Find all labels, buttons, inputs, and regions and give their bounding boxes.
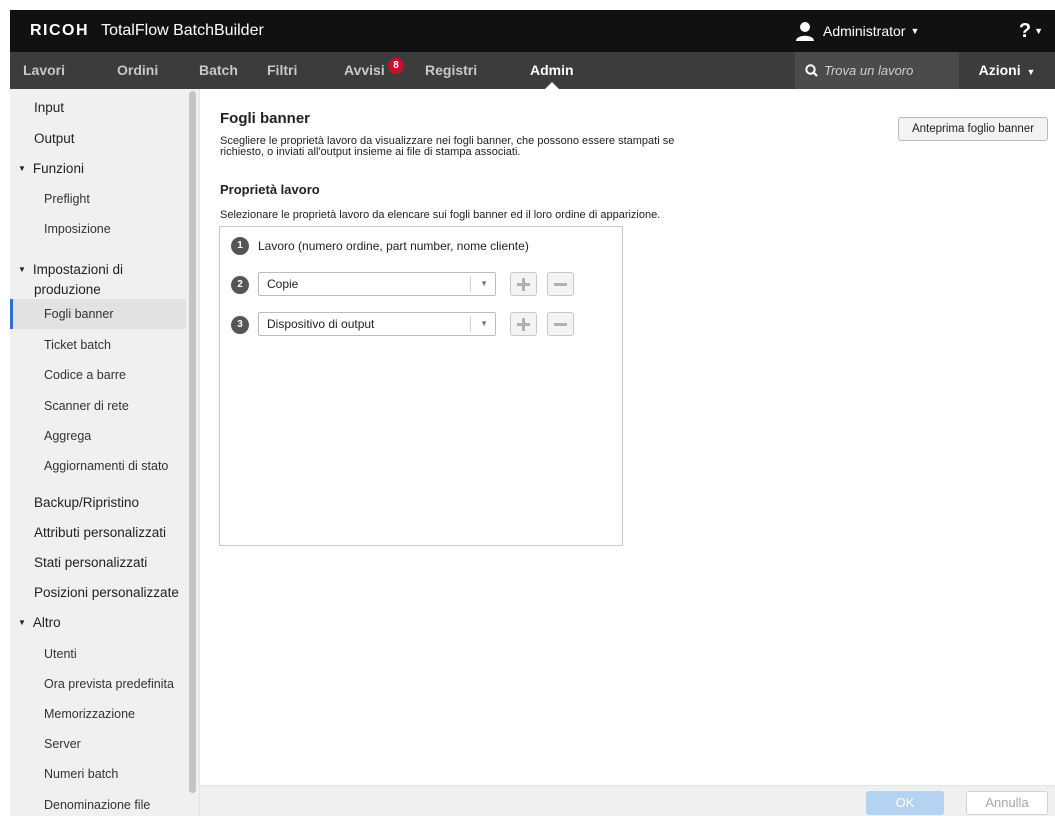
sidebar-item-impostazioni-produzione[interactable]: ▼ Impostazioni di produzione bbox=[18, 260, 184, 302]
chevron-down-icon: ▼ bbox=[1034, 26, 1043, 36]
sidebar-item-utenti[interactable]: Utenti bbox=[44, 647, 184, 669]
plus-icon bbox=[517, 278, 530, 291]
sidebar-item-altro[interactable]: ▼ Altro bbox=[18, 615, 184, 637]
page-description: Scegliere le proprietà lavoro da visuali… bbox=[220, 136, 720, 158]
help-menu[interactable]: ? ▼ bbox=[1019, 10, 1043, 52]
tab-registri[interactable]: Registri bbox=[425, 52, 477, 89]
tab-ordini[interactable]: Ordini bbox=[117, 52, 158, 89]
property-select-3[interactable]: Dispositivo di output ▼ bbox=[258, 312, 496, 336]
chevron-down-icon: ▼ bbox=[480, 279, 488, 288]
minus-icon bbox=[554, 323, 567, 326]
property-select-value: Copie bbox=[267, 277, 299, 291]
tab-admin[interactable]: Admin bbox=[530, 52, 574, 89]
search-icon bbox=[805, 64, 818, 77]
job-search-input[interactable]: Trova un lavoro bbox=[795, 52, 959, 89]
sidebar-item-fogli-banner[interactable]: Fogli banner bbox=[10, 299, 186, 329]
sidebar-item-output[interactable]: Output bbox=[34, 131, 184, 153]
section-description: Selezionare le proprietà lavoro da elenc… bbox=[220, 209, 661, 221]
remove-property-button[interactable] bbox=[547, 272, 574, 296]
add-property-button[interactable] bbox=[510, 272, 537, 296]
sidebar-item-label: Altro bbox=[32, 615, 61, 630]
tab-filtri[interactable]: Filtri bbox=[267, 52, 297, 89]
actions-menu-button[interactable]: Azioni ▼ bbox=[959, 52, 1055, 89]
chevron-down-icon: ▼ bbox=[910, 26, 920, 36]
cancel-button[interactable]: Annulla bbox=[966, 791, 1048, 815]
sidebar-scrollbar-thumb[interactable] bbox=[189, 91, 196, 793]
banner-preview-button[interactable]: Anteprima foglio banner bbox=[898, 117, 1048, 141]
expand-arrow-icon: ▼ bbox=[18, 618, 26, 627]
sidebar-item-label: Impostazioni di bbox=[32, 262, 123, 277]
job-properties-list: 1 Lavoro (numero ordine, part number, no… bbox=[219, 226, 623, 546]
page-title: Fogli banner bbox=[220, 110, 310, 127]
property-select-2[interactable]: Copie ▼ bbox=[258, 272, 496, 296]
sidebar-item-attributi-personalizzati[interactable]: Attributi personalizzati bbox=[34, 525, 184, 547]
plus-icon bbox=[517, 318, 530, 331]
tab-avvisi-label: Avvisi bbox=[344, 62, 385, 78]
sidebar-item-numeri-batch[interactable]: Numeri batch bbox=[44, 767, 184, 789]
user-name: Administrator bbox=[823, 23, 906, 39]
add-property-button[interactable] bbox=[510, 312, 537, 336]
user-menu[interactable]: Administrator ▼ bbox=[795, 10, 919, 52]
remove-property-button[interactable] bbox=[547, 312, 574, 336]
expand-arrow-icon: ▼ bbox=[18, 265, 26, 274]
sidebar-item-input[interactable]: Input bbox=[34, 100, 184, 122]
sidebar-item-memorizzazione[interactable]: Memorizzazione bbox=[44, 707, 184, 729]
action-footer: OK Annulla bbox=[200, 785, 1055, 816]
select-divider bbox=[470, 316, 471, 332]
main-navigation: Lavori Ordini Batch Filtri Avvisi 8 Regi… bbox=[10, 52, 1055, 89]
section-title: Proprietà lavoro bbox=[220, 182, 320, 197]
sidebar-item-ticket-batch[interactable]: Ticket batch bbox=[44, 338, 184, 360]
sidebar-item-denominazione-file[interactable]: Denominazione file bbox=[44, 798, 184, 816]
fixed-property-label: Lavoro (numero ordine, part number, nome… bbox=[258, 239, 529, 253]
sidebar-item-backup-ripristino[interactable]: Backup/Ripristino bbox=[34, 495, 184, 517]
sidebar-item-preflight[interactable]: Preflight bbox=[44, 192, 184, 214]
sidebar-item-label: Funzioni bbox=[32, 161, 84, 176]
property-select-value: Dispositivo di output bbox=[267, 317, 375, 331]
tab-lavori[interactable]: Lavori bbox=[23, 52, 65, 89]
order-number-badge: 3 bbox=[231, 316, 249, 334]
sidebar-item-codice-barre[interactable]: Codice a barre bbox=[44, 368, 184, 390]
expand-arrow-icon: ▼ bbox=[18, 164, 26, 173]
tab-batch[interactable]: Batch bbox=[199, 52, 238, 89]
sidebar-item-funzioni[interactable]: ▼ Funzioni bbox=[18, 161, 184, 183]
admin-sidebar: Input Output ▼ Funzioni Preflight Imposiz… bbox=[10, 89, 200, 816]
page-description-line2: richiesto, o inviati all'output insieme … bbox=[220, 146, 521, 158]
top-bar: RICOH TotalFlow BatchBuilder Administrat… bbox=[10, 10, 1055, 52]
main-content: Fogli banner Scegliere le proprietà lavo… bbox=[200, 89, 1055, 816]
tab-avvisi[interactable]: Avvisi 8 bbox=[344, 52, 404, 89]
sidebar-item-aggiornamenti-stato[interactable]: Aggiornamenti di stato bbox=[44, 459, 184, 481]
user-icon bbox=[796, 22, 814, 41]
actions-label: Azioni bbox=[978, 62, 1021, 78]
alerts-count-badge: 8 bbox=[388, 58, 404, 74]
product-name: TotalFlow BatchBuilder bbox=[101, 22, 264, 39]
sidebar-item-imposizione[interactable]: Imposizione bbox=[44, 222, 184, 244]
sidebar-item-label-line2: produzione bbox=[34, 282, 101, 297]
sidebar-item-aggrega[interactable]: Aggrega bbox=[44, 429, 184, 451]
sidebar-item-server[interactable]: Server bbox=[44, 737, 184, 759]
help-icon: ? bbox=[1018, 19, 1032, 42]
select-divider bbox=[470, 276, 471, 292]
order-number-badge: 1 bbox=[231, 237, 249, 255]
minus-icon bbox=[554, 283, 567, 286]
order-number-badge: 2 bbox=[231, 276, 249, 294]
sidebar-item-posizioni-personalizzate[interactable]: Posizioni personalizzate bbox=[34, 585, 184, 607]
sidebar-item-scanner-rete[interactable]: Scanner di rete bbox=[44, 399, 184, 421]
chevron-down-icon: ▼ bbox=[1026, 67, 1036, 77]
brand-logo: RICOH bbox=[30, 22, 90, 39]
ok-button[interactable]: OK bbox=[866, 791, 944, 815]
chevron-down-icon: ▼ bbox=[480, 319, 488, 328]
sidebar-item-stati-personalizzati[interactable]: Stati personalizzati bbox=[34, 555, 184, 577]
sidebar-item-ora-prevista[interactable]: Ora prevista predefinita bbox=[44, 677, 184, 699]
search-placeholder: Trova un lavoro bbox=[824, 63, 914, 78]
